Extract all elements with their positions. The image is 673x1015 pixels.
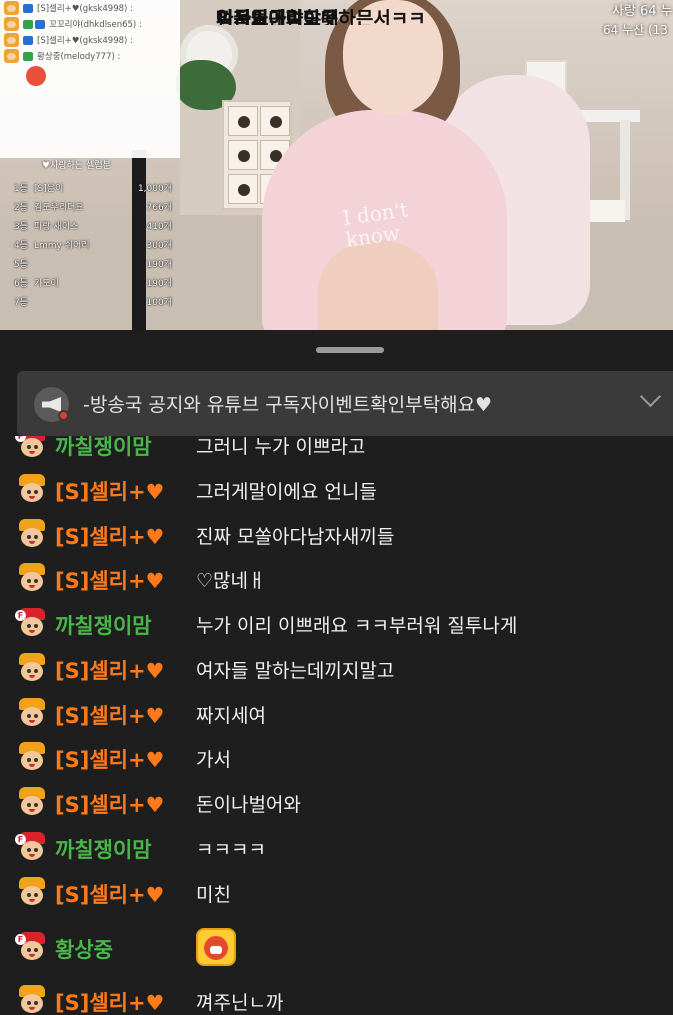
overlay-score-text: 사랑 64 누	[612, 4, 673, 19]
avatar	[17, 563, 47, 593]
avatar	[17, 519, 47, 549]
chat-nickname[interactable]: 까칠쟁이맘	[55, 436, 152, 461]
chat-text: 그러게말이에요 언니들	[196, 481, 377, 503]
ranking-row: 7등 100개	[14, 298, 172, 308]
overlay-chat-user: 꼬꼬리야(dhkdlsen65) :	[4, 16, 176, 32]
chat-message: [S]셀리+♥ 여자들 말하는데끼지말고	[0, 647, 673, 691]
chat-message: F 까칠쟁이맘 ㅋㅋㅋㅋ	[0, 826, 673, 870]
chat-nickname[interactable]: [S]셀리+♥	[55, 476, 164, 506]
chat-nickname[interactable]: [S]셀리+♥	[55, 879, 164, 909]
ranking-row: 2등 김도우리더요 766개	[14, 203, 172, 213]
chat-text: 껴주닌ㄴ까	[196, 992, 284, 1014]
badge-icon	[23, 51, 33, 61]
overlay-score-text: 64 누산 (13	[603, 23, 668, 37]
chat-nickname[interactable]: [S]셀리+♥	[55, 700, 164, 730]
app-root: I don't know 짜져있어여 [S]셀리+♥(gksk4998) : 여자…	[0, 0, 673, 1015]
chat-message: [S]셀리+♥ 미친	[0, 871, 673, 915]
badge-icon	[23, 19, 33, 29]
emoticon-icon	[26, 66, 46, 86]
video-player[interactable]: I don't know 짜져있어여 [S]셀리+♥(gksk4998) : 여자…	[0, 0, 673, 330]
chevron-down-icon[interactable]	[640, 389, 662, 411]
chat-message: F 까칠쟁이맘 그러니 누가 이쁘라고	[0, 436, 673, 467]
chat-text: 짜지세여	[196, 705, 266, 727]
chat-nickname[interactable]: [S]셀리+♥	[55, 655, 164, 685]
avatar	[4, 33, 19, 47]
chat-text: 그러니 누가 이쁘라고	[196, 436, 366, 458]
chat-text: ㅋㅋㅋㅋ	[196, 839, 266, 861]
avatar	[17, 787, 47, 817]
ranking-list: 1등 [S]은이 1,000개 2등 김도우리더요 766개 3등 파랑·새이스 410개 …	[0, 178, 172, 311]
chat-nickname[interactable]: 까칠쟁이맘	[55, 610, 152, 640]
chat-nickname[interactable]: [S]셀리+♥	[55, 987, 164, 1015]
avatar: F	[15, 832, 47, 862]
chat-nickname[interactable]: [S]셀리+♥	[55, 565, 164, 595]
chat-message: [S]셀리+♥ ♡많네ㅐ	[0, 557, 673, 601]
chat-nickname[interactable]: [S]셀리+♥	[55, 789, 164, 819]
chat-message: [S]셀리+♥ 돈이나벌어와	[0, 781, 673, 825]
avatar	[17, 985, 47, 1015]
chat-text: 가서	[196, 749, 231, 771]
notification-dot-icon	[58, 410, 69, 421]
ranking-title: ♥사랑하는 셀럽분	[42, 161, 111, 171]
overlay-chat-user: 황상중(melody777) :	[4, 48, 176, 64]
avatar: F	[15, 932, 47, 962]
chat-text: 누가 이리 이쁘래요 ㅋㅋ부러워 질투나게	[196, 615, 518, 637]
chat-panel: -방송국 공지와 유튜브 구독자이벤트확인부탁해요♥ F 까칠쟁이맘 그러니 누…	[0, 330, 673, 1015]
chat-text: 여자들 말하는데끼지말고	[196, 660, 395, 682]
chat-text: 진짜 모쏠아다남자새끼들	[196, 526, 395, 548]
overlay-chat-user: [S]셀리+♥(gksk4998) :	[4, 0, 176, 16]
drag-handle[interactable]	[316, 347, 384, 353]
chat-nickname[interactable]: 황상중	[55, 934, 113, 964]
chat-message: F 황상중	[0, 926, 673, 976]
avatar	[17, 877, 47, 907]
chat-message: [S]셀리+♥ 가서	[0, 736, 673, 780]
megaphone-icon	[34, 387, 69, 422]
avatar	[4, 1, 19, 15]
badge-icon	[35, 19, 45, 29]
ranking-row: 5등 190개	[14, 260, 172, 270]
chat-text: ♡많네ㅐ	[196, 570, 266, 592]
avatar	[4, 49, 19, 63]
chat-message: F 까칠쟁이맘 누가 이리 이쁘래요 ㅋㅋ부러워 질투나게	[0, 602, 673, 646]
ranking-row: 4등 Lmmy·쉬어리 300개	[14, 241, 172, 251]
notice-text: -방송국 공지와 유튜브 구독자이벤트확인부탁해요♥	[83, 394, 493, 416]
emoticon-icon	[196, 928, 236, 966]
chat-text: 돈이나벌어와	[196, 794, 301, 816]
chat-message: [S]셀리+♥ 진짜 모쏠아다남자새끼들	[0, 513, 673, 557]
ranking-row: 1등 [S]은이 1,000개	[14, 184, 172, 194]
chat-nickname[interactable]: [S]셀리+♥	[55, 744, 164, 774]
ranking-row: 6등 가도이 190개	[14, 279, 172, 289]
avatar	[17, 742, 47, 772]
overlay-chat-user: [S]셀리+♥(gksk4998) :	[4, 32, 176, 48]
avatar	[4, 17, 19, 31]
overlay-chat-box: 짜져있어여 [S]셀리+♥(gksk4998) : 여자들대화할때 꼬꼬리야(d…	[0, 0, 426, 158]
chat-nickname[interactable]: 까칠쟁이맘	[55, 834, 152, 864]
chat-text: 미친	[196, 884, 231, 906]
avatar	[17, 474, 47, 504]
notice-banner[interactable]: -방송국 공지와 유튜브 구독자이벤트확인부탁해요♥	[17, 371, 673, 436]
avatar: F	[15, 608, 47, 638]
chat-list[interactable]: F 까칠쟁이맘 그러니 누가 이쁘라고 [S]셀리+♥ 그러게말이에요 언니들 …	[0, 436, 673, 1015]
avatar: F	[15, 436, 47, 459]
badge-icon	[23, 3, 33, 13]
badge-icon	[23, 35, 33, 45]
ranking-row: 3등 파랑·새이스 410개	[14, 222, 172, 232]
chat-message: [S]셀리+♥ 껴주닌ㄴ까	[0, 979, 673, 1015]
chat-message: [S]셀리+♥ 그러게말이에요 언니들	[0, 468, 673, 512]
avatar	[17, 698, 47, 728]
chat-message: [S]셀리+♥ 짜지세여	[0, 692, 673, 736]
overlay-chat-line: 끼는거아니야	[216, 9, 321, 25]
avatar	[17, 653, 47, 683]
chat-nickname[interactable]: [S]셀리+♥	[55, 521, 164, 551]
